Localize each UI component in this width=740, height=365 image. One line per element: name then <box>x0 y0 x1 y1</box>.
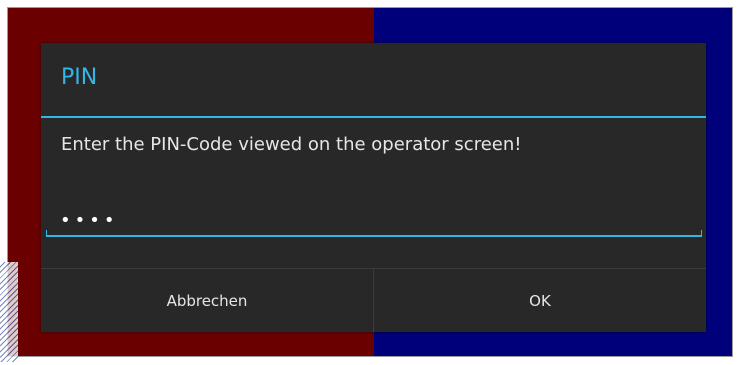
pin-input-underline <box>46 235 702 237</box>
cancel-button-label: Abbrechen <box>166 291 248 310</box>
pin-input-tick-right <box>701 230 702 236</box>
dialog-button-bar: Abbrechen OK <box>41 268 706 332</box>
pin-dialog: PIN Enter the PIN-Code viewed on the ope… <box>41 43 706 332</box>
dialog-message: Enter the PIN-Code viewed on the operato… <box>61 134 522 155</box>
pin-input[interactable] <box>46 203 701 237</box>
cancel-button[interactable]: Abbrechen <box>41 269 373 332</box>
ok-button[interactable]: OK <box>374 269 706 332</box>
dialog-title: PIN <box>61 65 98 90</box>
background-hatch-pattern <box>0 262 18 362</box>
screen: PIN Enter the PIN-Code viewed on the ope… <box>0 0 740 365</box>
pin-input-tick-left <box>46 230 47 236</box>
ok-button-label: OK <box>529 291 551 310</box>
title-divider <box>41 116 706 118</box>
